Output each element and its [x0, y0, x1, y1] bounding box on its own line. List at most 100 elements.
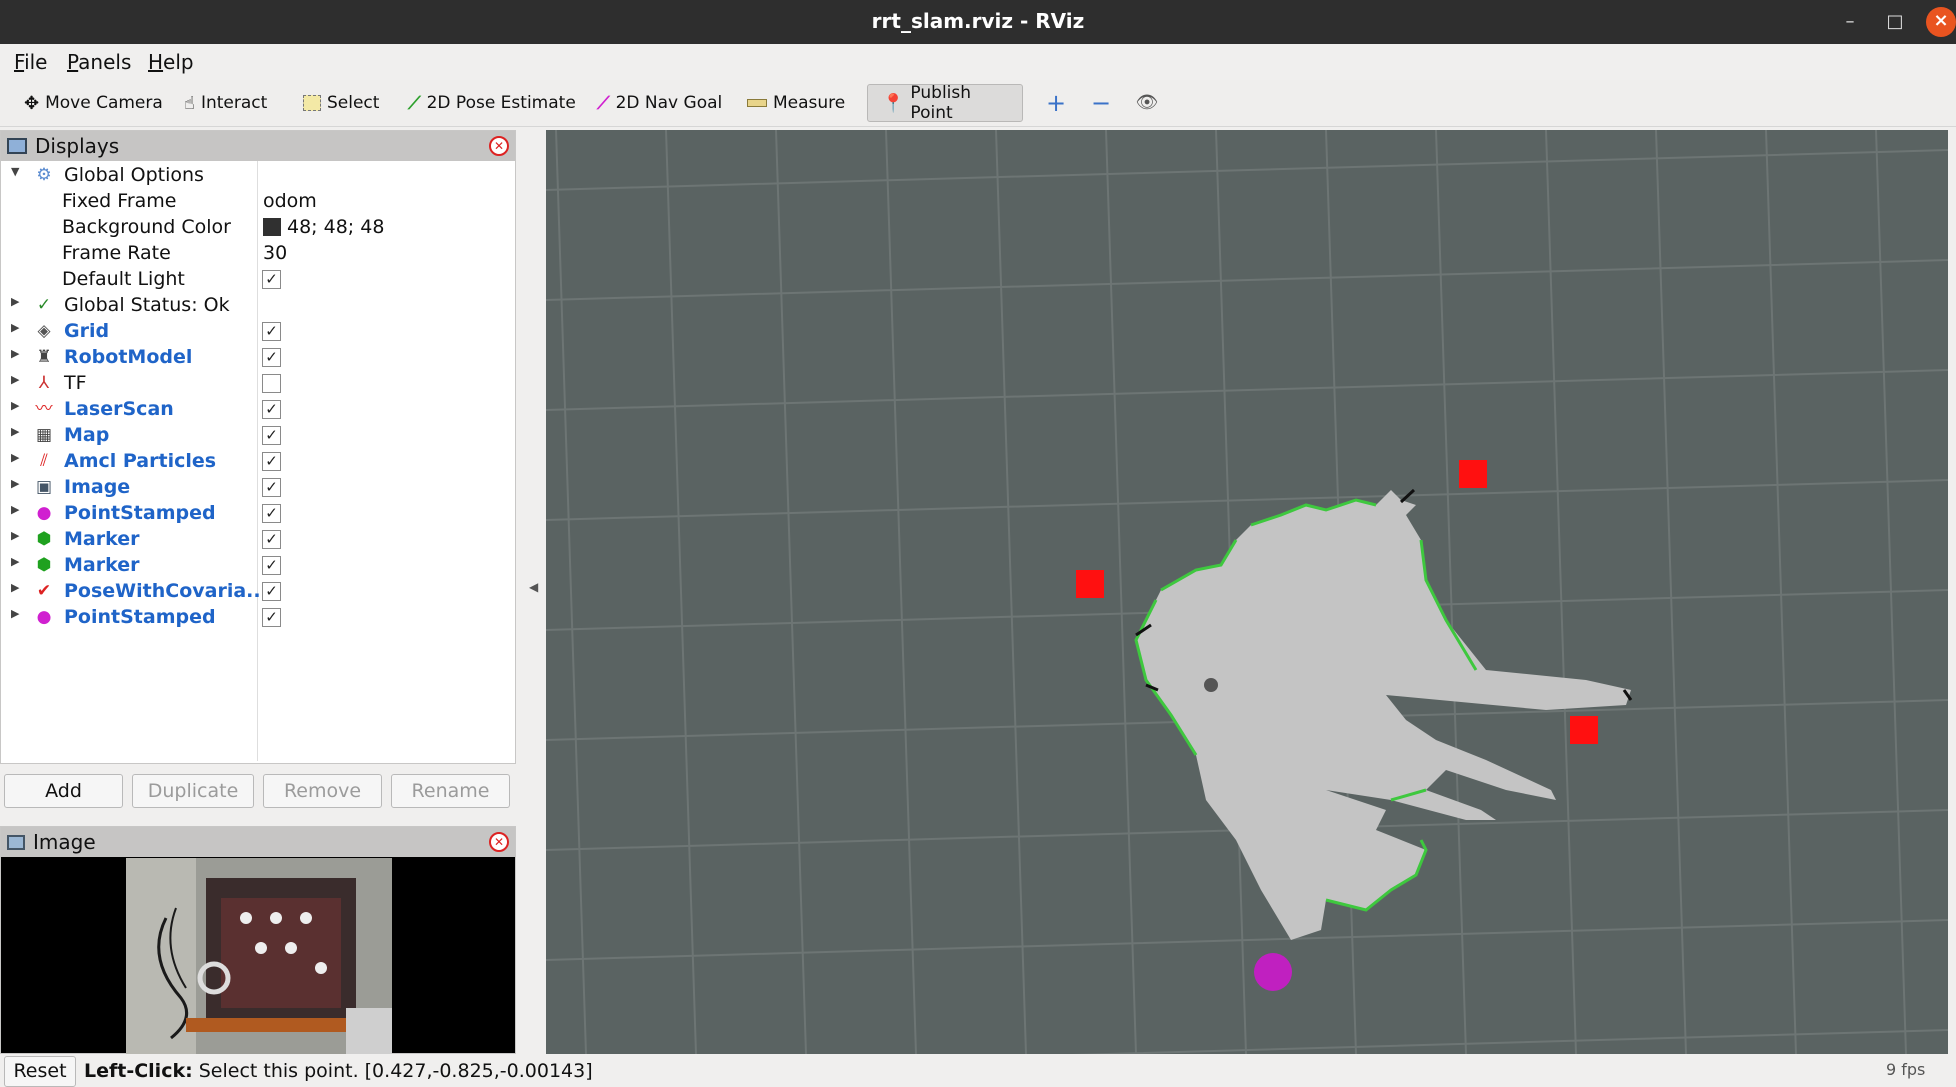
rename-button[interactable]: Rename — [391, 774, 510, 808]
display-checkbox[interactable]: ✓ — [262, 452, 281, 471]
expand-arrow-icon[interactable]: ▶ — [11, 555, 19, 568]
green-arrow-icon: ⟋ — [408, 92, 421, 114]
minimize-button[interactable]: – — [1836, 8, 1864, 36]
zoom-out-button[interactable]: − — [1085, 88, 1117, 118]
hand-icon: ☝ — [184, 92, 195, 114]
display-checkbox[interactable]: ✓ — [262, 322, 281, 341]
marker-icon: ⬢ — [36, 529, 52, 549]
collapse-left-icon[interactable]: ◀ — [529, 580, 538, 594]
default-light-checkbox[interactable]: ✓ — [262, 270, 281, 289]
pose-estimate-tool[interactable]: ⟋ 2D Pose Estimate — [404, 84, 580, 122]
scene-canvas[interactable] — [546, 130, 1948, 1054]
tree-row-display[interactable]: ▶ ♜ RobotModel ✓ — [1, 345, 517, 371]
window-title-bar: rrt_slam.rviz - RViz – □ × — [0, 0, 1956, 44]
view-options-button[interactable]: 👁 — [1131, 88, 1163, 118]
reset-button[interactable]: Reset — [4, 1056, 76, 1087]
tree-row-frame-rate[interactable]: Frame Rate 30 — [1, 241, 517, 267]
frame-rate-value[interactable]: 30 — [263, 242, 287, 264]
expand-arrow-icon[interactable]: ▶ — [11, 607, 19, 620]
nav-goal-label: 2D Nav Goal — [615, 93, 723, 113]
tree-row-global-status[interactable]: ▶ ✓ Global Status: Ok — [1, 293, 517, 319]
tree-row-display[interactable]: ▶ ● PointStamped ✓ — [1, 501, 517, 527]
fixed-frame-value[interactable]: odom — [263, 190, 317, 212]
expand-arrow-icon[interactable]: ▶ — [11, 347, 19, 360]
display-checkbox[interactable]: ✓ — [262, 608, 281, 627]
menu-help[interactable]: Help — [148, 50, 194, 74]
map-icon: ▦ — [35, 425, 53, 445]
display-checkbox[interactable]: ✓ — [262, 504, 281, 523]
expand-arrow-icon[interactable]: ▶ — [11, 477, 19, 490]
image-panel: Image ✕ — [0, 826, 516, 1054]
tree-row-default-light[interactable]: Default Light ✓ — [1, 267, 517, 293]
display-label: Marker — [64, 554, 140, 576]
tree-row-display[interactable]: ▶ ⬢ Marker ✓ — [1, 527, 517, 553]
display-checkbox[interactable]: ✓ — [262, 400, 281, 419]
select-tool[interactable]: Select — [299, 84, 383, 122]
display-checkbox[interactable] — [262, 374, 281, 393]
tree-row-display[interactable]: ▶ ⅄ TF — [1, 371, 517, 397]
tree-row-display[interactable]: ▶ ⬢ Marker ✓ — [1, 553, 517, 579]
display-checkbox[interactable]: ✓ — [262, 530, 281, 549]
particles-icon: ⫽ — [40, 451, 48, 471]
tree-row-fixed-frame[interactable]: Fixed Frame odom — [1, 189, 517, 215]
nav-goal-tool[interactable]: ⟋ 2D Nav Goal — [593, 84, 726, 122]
displays-panel: Displays ✕ ▼ ⚙ Global Options Fixed Fram… — [0, 130, 516, 764]
status-hint-bold: Left-Click: — [84, 1060, 193, 1082]
map-pin-icon: 📍 — [882, 92, 905, 114]
display-checkbox[interactable]: ✓ — [262, 478, 281, 497]
close-displays-button[interactable]: ✕ — [489, 136, 509, 156]
expand-arrow-icon[interactable]: ▶ — [11, 529, 19, 542]
status-bar: Reset Left-Click: Select this point. [0.… — [0, 1054, 1956, 1087]
expand-arrow-icon[interactable]: ▶ — [11, 425, 19, 438]
interact-tool[interactable]: ☝ Interact — [180, 84, 271, 122]
collapse-arrow-icon[interactable]: ▼ — [11, 165, 19, 178]
menu-file[interactable]: File — [14, 50, 47, 74]
maximize-button[interactable]: □ — [1881, 8, 1909, 36]
tree-row-display[interactable]: ▶ ▦ Map ✓ — [1, 423, 517, 449]
tf-icon: ⅄ — [38, 373, 50, 393]
display-checkbox[interactable]: ✓ — [262, 556, 281, 575]
expand-arrow-icon[interactable]: ▶ — [11, 581, 19, 594]
toolbar: ✥ Move Camera ☝ Interact Select ⟋ 2D Pos… — [0, 80, 1956, 127]
publish-point-tool[interactable]: 📍 Publish Point — [867, 83, 1023, 123]
default-light-label: Default Light — [62, 268, 185, 290]
close-image-button[interactable]: ✕ — [489, 832, 509, 852]
tree-row-display[interactable]: ▶ 〰 LaserScan ✓ — [1, 397, 517, 423]
publish-point-label: Publish Point — [910, 83, 972, 123]
expand-arrow-icon[interactable]: ▶ — [11, 373, 19, 386]
interact-label: Interact — [200, 93, 268, 113]
grid-icon: ◈ — [37, 321, 51, 341]
measure-tool[interactable]: Measure — [743, 84, 849, 122]
expand-arrow-icon[interactable]: ▶ — [11, 451, 19, 464]
close-window-button[interactable]: × — [1926, 7, 1956, 37]
display-checkbox[interactable]: ✓ — [262, 426, 281, 445]
zoom-in-button[interactable]: + — [1040, 88, 1072, 118]
display-checkbox[interactable]: ✓ — [262, 348, 281, 367]
tree-row-display[interactable]: ▶ ✔ PoseWithCovaria... ✓ — [1, 579, 517, 605]
add-button[interactable]: Add — [4, 774, 123, 808]
background-color-value[interactable]: 48; 48; 48 — [263, 216, 384, 238]
display-checkbox[interactable]: ✓ — [262, 582, 281, 601]
tree-row-display[interactable]: ▶ ● PointStamped ✓ — [1, 605, 517, 631]
display-label: LaserScan — [64, 398, 174, 420]
panel-splitter[interactable]: ◀ — [516, 130, 546, 1054]
expand-arrow-icon[interactable]: ▶ — [11, 321, 19, 334]
display-label: Grid — [64, 320, 110, 342]
render-view-3d[interactable] — [546, 130, 1948, 1054]
expand-arrow-icon[interactable]: ▶ — [11, 399, 19, 412]
tree-row-background-color[interactable]: Background Color 48; 48; 48 — [1, 215, 517, 241]
tree-row-display[interactable]: ▶ ◈ Grid ✓ — [1, 319, 517, 345]
tree-row-global-options[interactable]: ▼ ⚙ Global Options — [1, 163, 517, 189]
expand-arrow-icon[interactable]: ▶ — [11, 503, 19, 516]
duplicate-button[interactable]: Duplicate — [132, 774, 254, 808]
menu-panels[interactable]: Panels — [67, 50, 131, 74]
tree-row-display[interactable]: ▶ ⫽ Amcl Particles ✓ — [1, 449, 517, 475]
frame-rate-label: Frame Rate — [62, 242, 171, 264]
move-camera-tool[interactable]: ✥ Move Camera — [20, 84, 167, 122]
remove-button[interactable]: Remove — [263, 774, 382, 808]
color-swatch — [263, 218, 281, 236]
expand-arrow-icon[interactable]: ▶ — [11, 295, 19, 308]
tree-row-display[interactable]: ▶ ▣ Image ✓ — [1, 475, 517, 501]
display-label: RobotModel — [64, 346, 193, 368]
displays-tree: ▼ ⚙ Global Options Fixed Frame odom Back… — [1, 161, 515, 761]
